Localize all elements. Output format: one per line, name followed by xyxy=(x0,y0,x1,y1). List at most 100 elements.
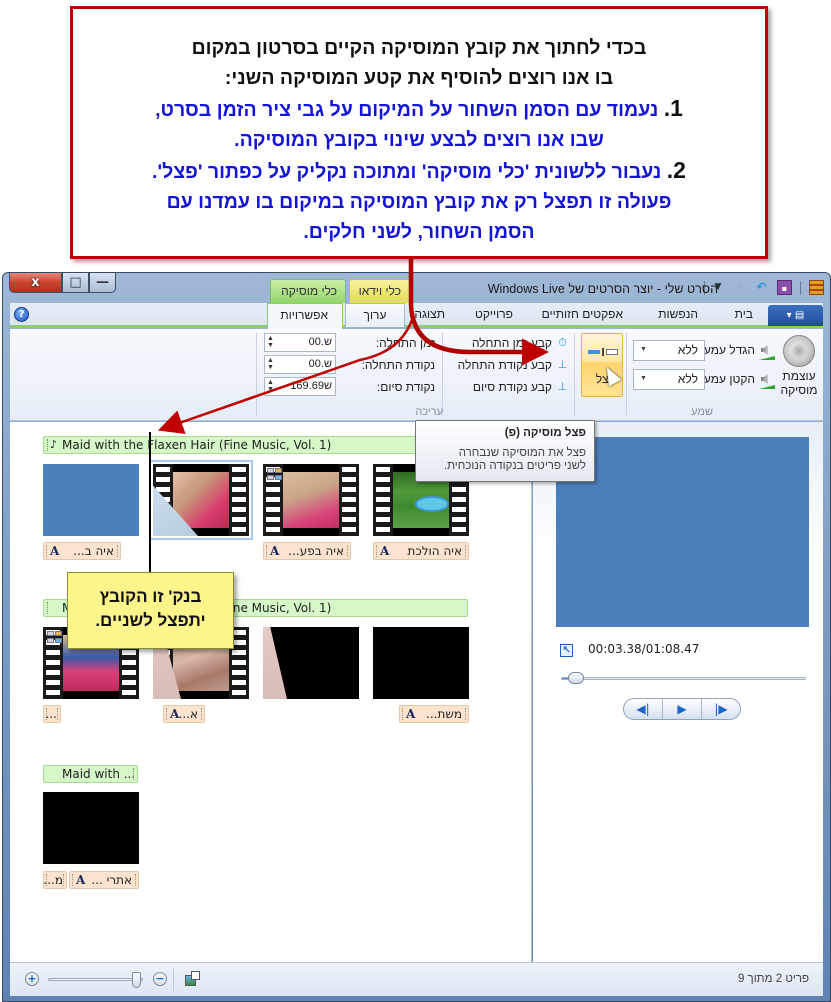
previous-frame-icon: ◀| xyxy=(636,702,650,716)
start-time-spinner[interactable]: ▲ ▼ 00.ש xyxy=(264,333,336,352)
window-controls: x □ — xyxy=(9,273,116,293)
caption-item[interactable]: ... xyxy=(43,705,61,723)
split-button[interactable]: פצל xyxy=(581,333,623,397)
caption-text: מ... xyxy=(43,873,63,887)
storyboard-clip[interactable] xyxy=(263,464,359,536)
pool-image xyxy=(415,496,449,512)
thumbnail-zoom-slider[interactable] xyxy=(48,972,143,988)
close-button[interactable]: x xyxy=(9,273,62,293)
caption-item[interactable]: A איה הולכת xyxy=(373,542,469,560)
music-track-title: Maid with the Flaxen Hair (Fine Music, V… xyxy=(62,438,332,452)
tab-edit[interactable]: ערוך xyxy=(345,303,405,327)
tab-visual-effects[interactable]: אפקטים חזותיים xyxy=(542,307,623,321)
storyboard-panel[interactable]: ♪ Maid with the Flaxen Hair (Fine Music, … xyxy=(10,422,532,962)
redo-icon[interactable]: ↷ xyxy=(731,280,746,295)
annotation-line-2: בו אנו רוצים להוסיף את קטע המוסיקה השני: xyxy=(224,67,614,89)
zoom-slider-thumb[interactable] xyxy=(132,972,142,988)
caption-text: אתרי ... xyxy=(91,873,132,887)
storyboard-clip[interactable] xyxy=(373,627,469,699)
music-volume-speaker-icon[interactable] xyxy=(783,335,815,367)
effects-icon xyxy=(267,468,285,482)
caption-item[interactable]: A איה בפע... xyxy=(263,542,351,560)
tab-options[interactable]: אפשרויות xyxy=(267,303,343,329)
start-time-value: 00.ש xyxy=(308,336,332,348)
seek-thumb[interactable] xyxy=(568,672,585,684)
caption-item[interactable]: מ... xyxy=(43,871,67,889)
fade-in-dropdown[interactable]: ללא ▼ xyxy=(633,340,705,361)
ribbon-tabs: ▤ ▾ בית הנפשות אפקטים חזותיים פרוייקט תצ… xyxy=(10,303,823,329)
music-track-item[interactable]: ♪ Maid with the Flaxen Hair (Fine Music, … xyxy=(43,436,468,454)
next-frame-button[interactable]: |▶ xyxy=(701,699,740,719)
callout-line-2: יתפצל לשניים. xyxy=(95,611,206,630)
thumbnail-size-icon[interactable] xyxy=(185,971,201,987)
caption-item[interactable]: A אתרי ... xyxy=(69,871,139,889)
set-start-time-button[interactable]: ⏱ קבע זמן התחלה xyxy=(472,336,569,350)
edit-group-label: עריכה xyxy=(415,406,443,418)
storyboard-clip[interactable] xyxy=(43,792,139,864)
status-bar: + − פריט 2 מתוך 9 xyxy=(10,962,823,996)
set-end-point-label: קבע נקודת סיום xyxy=(472,380,552,394)
music-volume-button[interactable]: עוצמת מוסיקה xyxy=(779,369,819,397)
annotation-step-1: 1. נעמוד עם הסמן השחור על המיקום על גבי … xyxy=(73,93,765,125)
storyboard-clip[interactable] xyxy=(263,627,359,699)
next-frame-icon: |▶ xyxy=(714,702,728,716)
app-film-icon xyxy=(809,280,824,295)
caption-item[interactable]: A משת... xyxy=(399,705,469,723)
help-icon[interactable]: ? xyxy=(14,307,29,322)
end-point-value: 169.69ש xyxy=(290,380,332,392)
tab-animations[interactable]: הנפשות xyxy=(658,307,698,321)
maximize-button[interactable]: □ xyxy=(62,273,89,293)
tab-project[interactable]: פרוייקט xyxy=(475,307,513,321)
spinner-arrows-icon[interactable]: ▲ ▼ xyxy=(267,379,274,393)
minimize-button[interactable]: — xyxy=(89,273,116,293)
caption-item[interactable]: A א... xyxy=(163,705,205,723)
start-point-spinner[interactable]: ▲ ▼ 00.ש xyxy=(264,355,336,374)
window-title: הסרט שלי - יוצר הסרטים של Windows Live xyxy=(487,282,718,296)
end-point-spinner[interactable]: ▲ ▼ 169.69ש xyxy=(264,377,336,396)
caption-item[interactable]: A איה ב... xyxy=(43,542,121,560)
toolbar-separator xyxy=(800,280,801,295)
timeline-playhead[interactable] xyxy=(149,432,151,572)
fade-out-dropdown[interactable]: ללא ▼ xyxy=(633,369,705,390)
undo-icon[interactable]: ↶ xyxy=(754,280,769,295)
app-menu-button[interactable]: ▤ ▾ xyxy=(768,305,823,326)
set-start-time-label: קבע זמן התחלה xyxy=(471,336,552,350)
zoom-in-button[interactable]: + xyxy=(25,972,39,986)
context-tab-music-tools[interactable]: כלי מוסיקה xyxy=(270,279,346,303)
annotation-line-1: בכדי לחתוך את קובץ המוסיקה הקיים בסרטון … xyxy=(191,37,647,59)
step-text: נעבור ללשונית 'כלי מוסיקה' ומתוכה נקליק … xyxy=(152,161,667,183)
annotation-step-2: 2. נעבור ללשונית 'כלי מוסיקה' ומתוכה נקל… xyxy=(73,155,765,187)
play-button[interactable]: ▶ xyxy=(662,699,701,719)
start-point-label: נקודת התחלה: xyxy=(361,358,435,372)
group-separator xyxy=(574,333,575,416)
save-icon[interactable]: ▪ xyxy=(777,280,792,295)
group-separator xyxy=(626,333,627,416)
text-caption-icon: A xyxy=(270,544,280,558)
storyboard-clip[interactable] xyxy=(43,464,139,536)
fullscreen-icon[interactable]: ↖ xyxy=(560,644,573,657)
start-time-label: זמן התחלה: xyxy=(375,336,435,350)
set-start-point-label: קבע נקודת התחלה xyxy=(457,358,552,372)
annotation-line-7: הסמן השחור, לשני חלקים. xyxy=(303,221,535,243)
context-tab-video-tools[interactable]: כלי וידאו xyxy=(349,279,410,303)
tooltip-line-1: פצל את המוסיקה שנבחרה xyxy=(458,447,586,459)
tab-view[interactable]: תצוגה xyxy=(414,307,445,321)
fade-out-icon xyxy=(759,372,775,389)
tab-home[interactable]: בית xyxy=(735,307,753,321)
set-start-point-button[interactable]: ⊥ קבע נקודת התחלה xyxy=(458,358,569,372)
step-number: 2. xyxy=(666,157,686,183)
spinner-arrows-icon[interactable]: ▲ ▼ xyxy=(267,335,274,349)
seek-slider[interactable] xyxy=(561,672,806,684)
quick-access-toolbar: ▪ ↶ ↷ ▼ xyxy=(704,280,824,295)
music-track-item[interactable]: Maid with ... xyxy=(43,765,138,783)
zoom-out-button[interactable]: − xyxy=(153,972,167,986)
storyboard-clip-selected[interactable] xyxy=(149,460,253,540)
playback-controls: ◀| ▶ |▶ xyxy=(623,698,741,720)
tooltip-body: פצל את המוסיקה שנבחרה לשני פריטים בנקודה… xyxy=(424,447,586,473)
effects-icon xyxy=(47,631,65,645)
spinner-arrows-icon[interactable]: ▲ ▼ xyxy=(267,357,274,371)
start-point-icon: ⊥ xyxy=(557,358,568,371)
previous-frame-button[interactable]: ◀| xyxy=(624,699,662,719)
caption-text: א... xyxy=(178,707,198,721)
set-end-point-button[interactable]: ⊥ קבע נקודת סיום xyxy=(473,380,569,394)
